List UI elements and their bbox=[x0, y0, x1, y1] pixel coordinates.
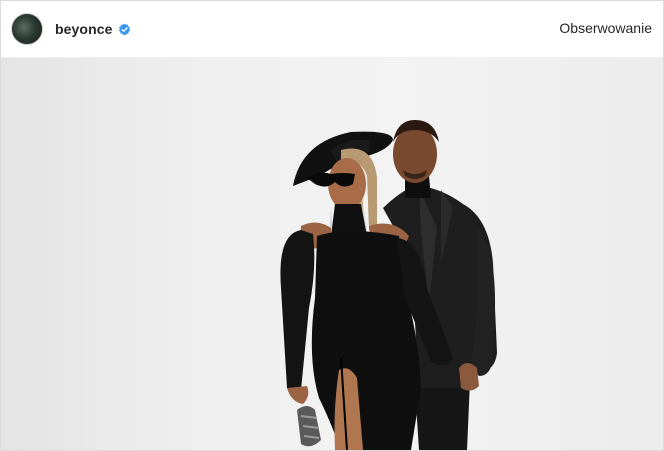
profile-avatar[interactable] bbox=[11, 13, 43, 45]
instagram-post: beyonce Obserwowanie bbox=[0, 0, 664, 451]
post-photo-illustration bbox=[280, 120, 497, 450]
post-photo[interactable] bbox=[1, 58, 663, 450]
following-button[interactable]: Obserwowanie bbox=[559, 20, 652, 36]
verified-badge-icon bbox=[118, 23, 130, 35]
username-link[interactable]: beyonce bbox=[55, 21, 113, 37]
post-header: beyonce Obserwowanie bbox=[1, 1, 663, 58]
